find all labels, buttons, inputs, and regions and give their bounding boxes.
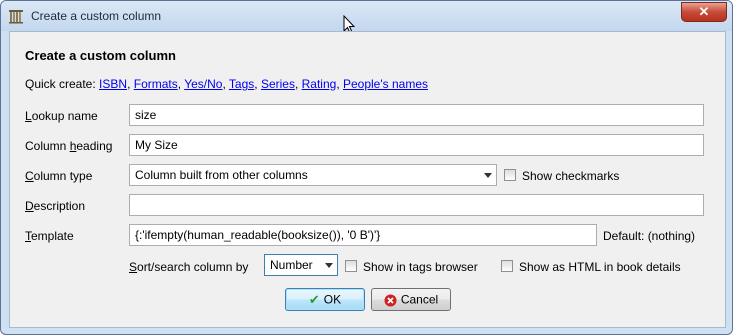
dialog-window: Create a custom column ✕ Create a custom… [0, 0, 733, 335]
cancel-button[interactable]: Cancel [371, 288, 451, 311]
show-as-html-label: Show as HTML in book details [519, 260, 681, 274]
column-heading-label: Column heading [25, 139, 113, 153]
quick-create-isbn-link[interactable]: ISBN [99, 77, 127, 91]
calibre-bookshelf-icon [9, 10, 23, 24]
column-heading-input[interactable]: My Size [129, 134, 704, 156]
show-checkmarks-checkbox[interactable] [504, 169, 516, 181]
column-type-label: Column type [25, 169, 93, 183]
chevron-down-icon [325, 263, 333, 268]
close-icon: ✕ [698, 4, 710, 19]
quick-create-yes-no-link[interactable]: Yes/No [184, 77, 222, 91]
template-label: Template [25, 229, 74, 243]
column-type-select[interactable]: Column built from other columns [129, 164, 497, 186]
sort-search-label: Sort/search column by [129, 260, 249, 274]
sort-search-select[interactable]: Number [264, 254, 338, 276]
template-input[interactable]: {:'ifempty(human_readable(booksize()), '… [129, 224, 597, 246]
show-in-tags-browser-checkbox[interactable] [345, 260, 357, 272]
template-default-text: Default: (nothing) [603, 229, 696, 243]
lookup-name-label: Lookup name [25, 109, 98, 123]
quick-create-series-link[interactable]: Series [261, 77, 295, 91]
sort-search-value: Number [270, 258, 313, 272]
quick-create-peoples-names-link[interactable]: People's names [343, 77, 428, 91]
checkmark-icon: ✔ [308, 292, 320, 308]
dialog-heading: Create a custom column [25, 48, 176, 63]
title-bar[interactable]: Create a custom column ✕ [1, 1, 732, 31]
show-in-tags-browser-label: Show in tags browser [363, 260, 478, 274]
show-as-html-checkbox[interactable] [501, 260, 513, 272]
column-type-value: Column built from other columns [135, 168, 308, 182]
cancel-circle-icon [384, 289, 397, 310]
lookup-name-input[interactable]: size [129, 104, 704, 126]
chevron-down-icon [484, 173, 492, 178]
show-checkmarks-label: Show checkmarks [522, 169, 620, 183]
quick-create-formats-link[interactable]: Formats [134, 77, 178, 91]
description-input[interactable] [129, 194, 704, 216]
quick-create-row: Quick create: ISBN, Formats, Yes/No, Tag… [25, 77, 428, 91]
close-button[interactable]: ✕ [681, 2, 727, 22]
quick-create-label: Quick create: [25, 77, 96, 91]
quick-create-tags-link[interactable]: Tags [229, 77, 254, 91]
description-label: Description [25, 199, 86, 213]
dialog-body: Create a custom column Quick create: ISB… [9, 31, 726, 328]
window-title: Create a custom column [31, 9, 162, 23]
quick-create-rating-link[interactable]: Rating [302, 77, 337, 91]
ok-button[interactable]: ✔ OK [285, 288, 365, 311]
